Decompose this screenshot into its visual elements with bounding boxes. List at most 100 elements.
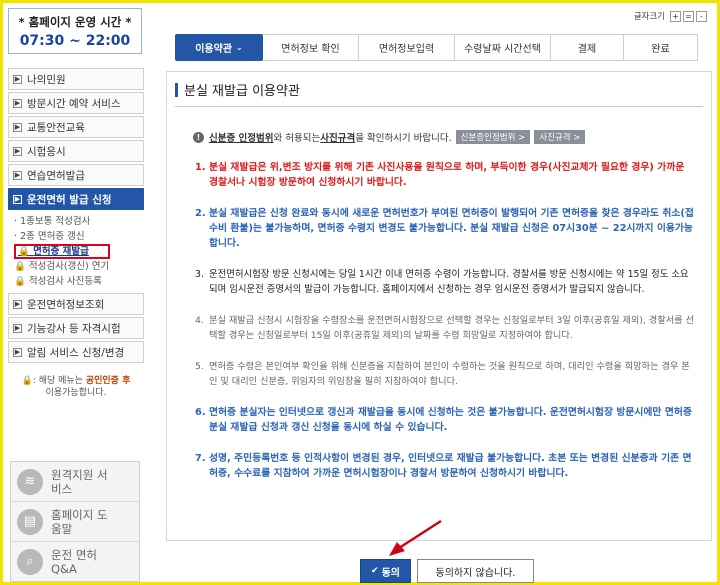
sidebar-item-label: 기능강사 등 자격시험 — [27, 322, 121, 335]
term-item: 4. 분실 재발급 신청시 시험장을 수령장소를 운전면허시험장으로 선택할 경… — [195, 313, 695, 343]
help-link[interactable]: ▤ 홈페이지 도움말 — [11, 502, 139, 542]
lock-icon: 🔒 — [21, 376, 33, 386]
auth-note-suffix: 이용가능합니다. — [45, 388, 107, 398]
check-icon: ✔ — [371, 566, 379, 576]
term-number: 6. — [195, 407, 206, 418]
term-text: 운전면허시험장 방문 신청시에는 당일 1시간 이내 면허증 수령이 가능합니다… — [209, 269, 689, 295]
term-text: 성명, 주민등록번호 등 인적사항이 변경된 경우, 인터넷으로 재발급 불가능… — [209, 453, 692, 479]
info-bold-1: 신분증 인정범위 — [209, 133, 274, 144]
term-item: 1. 분실 재발급은 위,변조 방지를 위해 기존 사진사용을 원칙으로 하며,… — [195, 160, 695, 190]
exclamation-icon: ! — [193, 131, 204, 143]
agree-button[interactable]: ✔ 동의 — [360, 559, 411, 583]
disagree-label: 동의하지 않습니다. — [435, 567, 516, 579]
font-reset-button[interactable]: = — [683, 10, 694, 22]
chevron-right-icon: ▶ — [13, 98, 22, 108]
chevron-right-icon: ▶ — [13, 122, 22, 132]
term-number: 7. — [195, 453, 206, 464]
chevron-right-icon: ▶ — [13, 299, 22, 309]
sidebar-item-visit-reservation[interactable]: ▶ 방문시간 예약 서비스 — [8, 92, 144, 114]
service-label: 운전 면허 Q&A — [51, 548, 97, 576]
sidebar-item-instructor-exam[interactable]: ▶ 기능강사 등 자격시험 — [8, 317, 144, 339]
sidebar-item-notification-service[interactable]: ▶ 알림 서비스 신청/변경 — [8, 341, 144, 363]
title-divider — [175, 106, 703, 107]
chevron-down-icon: ⌄ — [236, 43, 243, 52]
term-item: 2. 분실 재발급은 신청 완료와 동시에 새로운 면허번호가 부여된 면허증이… — [195, 206, 695, 251]
sidebar: * 홈페이지 운영 시간 * 07:30 ~ 22:00 ▶ 나의민원 ▶ 방문… — [6, 6, 146, 582]
arrow-head — [389, 542, 405, 556]
wifi-icon: ≋ — [17, 468, 43, 495]
term-number: 4. — [195, 315, 204, 326]
lock-icon: 🔒 — [14, 276, 26, 287]
term-text: 면허증 수령은 본인여부 확인을 위해 신분증을 지참하여 본인이 수령하는 것… — [209, 361, 690, 387]
submenu-item-aptitude-postpone[interactable]: 🔒 적성검사(갱신) 연기 — [14, 259, 144, 274]
lock-icon: 🔒 — [14, 261, 26, 272]
sidebar-item-label: 교통안전교육 — [27, 121, 85, 134]
step-payment: 결제 — [551, 34, 624, 61]
step-label: 면허정보입력 — [378, 44, 435, 55]
search-icon: ⌕ — [17, 549, 43, 575]
arrow-shaft — [398, 519, 442, 550]
chevron-right-icon: ▶ — [13, 194, 22, 204]
sidebar-item-my-petitions[interactable]: ▶ 나의민원 — [8, 68, 144, 90]
step-license-check: 면허정보 확인 — [263, 34, 359, 61]
qna-link[interactable]: ⌕ 운전 면허 Q&A — [11, 542, 139, 582]
info-text-2: 을 확인하시기 바랍니다. — [355, 133, 452, 144]
sidebar-item-label: 운전면허 발급 신청 — [27, 193, 112, 206]
step-label: 이용약관 — [195, 44, 233, 55]
lock-icon: · — [14, 231, 18, 242]
submenu-item-label: 면허증 재발급 — [33, 246, 89, 257]
page-title-text: 분실 재발급 이용약관 — [184, 84, 300, 99]
lock-icon: 🔒 — [18, 246, 30, 257]
font-increase-button[interactable]: + — [670, 10, 681, 22]
submenu-item-license-renewal[interactable]: · 2종 면허증 갱신 — [14, 229, 144, 244]
submenu-item-label: 적성검사(갱신) 연기 — [28, 261, 110, 272]
submenu-item-photo-registration[interactable]: 🔒 적성검사 사진등록 — [14, 274, 144, 289]
sidebar-item-traffic-safety-education[interactable]: ▶ 교통안전교육 — [8, 116, 144, 138]
term-number: 2. — [195, 208, 206, 219]
sidebar-item-license-info[interactable]: ▶ 운전면허정보조회 — [8, 293, 144, 315]
sidebar-item-label: 나의민원 — [27, 73, 66, 86]
chevron-right-icon: ▶ — [13, 146, 22, 156]
term-number: 1. — [195, 162, 206, 173]
remote-support-link[interactable]: ≋ 원격지원 서비스 — [11, 462, 139, 502]
auth-note: 🔒: 해당 메뉴는 공인인증 후 이용가능합니다. — [8, 375, 144, 399]
chevron-right-icon: ▶ — [13, 170, 22, 180]
submenu-item-label: 2종 면허증 갱신 — [20, 231, 85, 242]
arrow-annotation-icon — [389, 519, 442, 556]
auth-note-highlight: 공인인증 후 — [85, 376, 131, 386]
step-terms: 이용약관 ⌄ — [175, 34, 263, 61]
term-text: 분실 재발급 신청시 시험장을 수령장소를 운전면허시험장으로 선택할 경우는 … — [209, 315, 694, 341]
id-range-button[interactable]: 신분증인정범위 > — [455, 130, 531, 144]
sidebar-item-label: 알림 서비스 신청/변경 — [27, 346, 125, 359]
submenu-item-aptitude-test[interactable]: · 1종보통 적성검사 — [14, 214, 144, 229]
step-label: 완료 — [651, 44, 670, 55]
operating-hours-box: * 홈페이지 운영 시간 * 07:30 ~ 22:00 — [8, 8, 142, 54]
term-text: 분실 재발급은 신청 완료와 동시에 새로운 면허번호가 부여된 면허증이 발행… — [209, 208, 694, 249]
sidebar-item-exam[interactable]: ▶ 시험응시 — [8, 140, 144, 162]
sidebar-item-label: 연습면허발급 — [27, 169, 85, 182]
submenu-item-label: 적성검사 사진등록 — [28, 276, 102, 287]
info-bold-2: 사진규격 — [320, 133, 356, 144]
sidebar-menu: ▶ 나의민원 ▶ 방문시간 예약 서비스 ▶ 교통안전교육 ▶ 시험응시 ▶ 연… — [8, 68, 144, 399]
term-item: 5. 면허증 수령은 본인여부 확인을 위해 신분증을 지참하여 본인이 수령하… — [195, 359, 695, 389]
term-item: 6. 면허증 분실자는 인터넷으로 갱신과 재발급을 동시에 신청하는 것은 불… — [195, 405, 695, 435]
help-book-icon: ▤ — [17, 508, 43, 535]
sidebar-item-practice-license[interactable]: ▶ 연습면허발급 — [8, 164, 144, 186]
service-links: ≋ 원격지원 서비스 ▤ 홈페이지 도움말 ⌕ 운전 면허 Q&A — [10, 461, 140, 582]
submenu-item-license-reissue[interactable]: 🔒 면허증 재발급 — [14, 244, 110, 259]
term-text: 분실 재발급은 위,변조 방지를 위해 기존 사진사용을 원칙으로 하며, 부득… — [209, 162, 685, 188]
term-item: 3. 운전면허시험장 방문 신청시에는 당일 1시간 이내 면허증 수령이 가능… — [195, 267, 695, 297]
step-label: 면허정보 확인 — [281, 44, 340, 55]
service-label: 홈페이지 도움말 — [51, 507, 108, 536]
disagree-button[interactable]: 동의하지 않습니다. — [417, 559, 534, 583]
title-marker — [175, 82, 178, 97]
step-pickup-time: 수령날짜 시간선택 — [455, 34, 551, 61]
font-decrease-button[interactable]: - — [696, 10, 707, 22]
term-number: 3. — [195, 269, 204, 280]
photo-spec-button[interactable]: 사진규격 > — [534, 130, 586, 144]
sidebar-item-label: 시험응시 — [27, 145, 66, 158]
sidebar-item-license-issuance[interactable]: ▶ 운전면허 발급 신청 — [8, 188, 144, 210]
sidebar-item-label: 운전면허정보조회 — [27, 298, 105, 311]
agree-label: 동의 — [381, 567, 400, 579]
chevron-right-icon: ▶ — [13, 347, 22, 357]
